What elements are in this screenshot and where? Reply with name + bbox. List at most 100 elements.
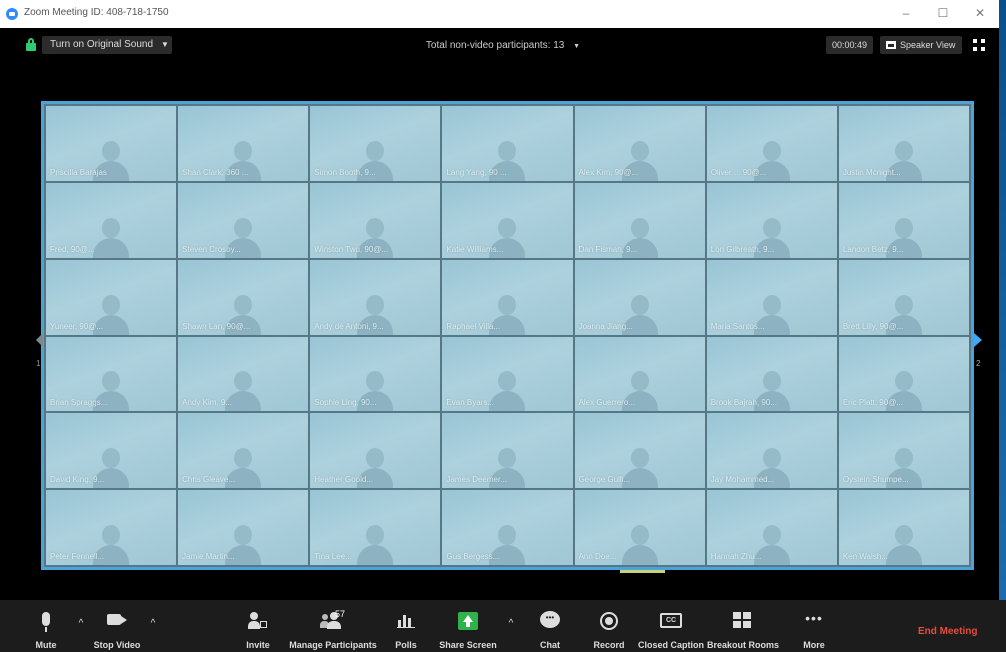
participant-video-tile[interactable]: Alex Kim, 90@...	[574, 106, 705, 181]
participant-video-tile[interactable]: Gus Bergess...	[442, 490, 573, 565]
participant-name: Steven Crosby...	[182, 244, 241, 254]
participant-video-tile[interactable]: Oliver ... 90@...	[706, 106, 837, 181]
participant-name: Maria Santos...	[710, 321, 765, 331]
video-options-caret[interactable]: ^	[147, 618, 159, 630]
participant-video-tile[interactable]: Lon Gilbreath, 9...	[706, 182, 837, 258]
stop-video-button[interactable]: Stop Video	[92, 600, 142, 652]
participant-video-tile[interactable]: Chris Gleave...	[178, 413, 309, 489]
participant-video-tile[interactable]: Brett Lilly, 90@...	[838, 259, 969, 335]
participant-video-tile[interactable]: Peter Fennell...	[46, 490, 177, 565]
participant-video-tile[interactable]: Raphael Villa...	[442, 259, 573, 335]
participant-video-tile[interactable]: George Gulli...	[574, 413, 705, 489]
share-screen-button[interactable]: Share Screen	[438, 600, 498, 652]
participant-video-tile[interactable]: Tina Lee...	[310, 490, 441, 565]
participant-video-tile[interactable]: Fred, 90@...	[46, 182, 177, 258]
participant-video-tile[interactable]: Jay Mohammed...	[706, 413, 837, 489]
participant-name: Ken Walsh...	[842, 552, 888, 561]
participant-video-tile[interactable]: Justin Mcnight...	[838, 106, 969, 181]
participant-video-tile[interactable]: David King, 9...	[46, 413, 177, 489]
invite-button[interactable]: Invite	[240, 600, 276, 652]
participant-video-tile[interactable]: Lang Yang, 90 ...	[442, 106, 573, 181]
participant-name: Gus Bergess...	[446, 552, 500, 561]
share-options-caret[interactable]: ^	[505, 618, 517, 630]
previous-page-arrow[interactable]	[36, 333, 43, 347]
manage-participants-button[interactable]: 57 Manage Participants	[286, 600, 380, 652]
participant-video-tile[interactable]: Andy Kim, 9...	[178, 336, 309, 412]
participant-video-tile[interactable]: Brook Bajrah, 90...	[706, 336, 837, 412]
participant-video-tile[interactable]: Katie Williams...	[442, 182, 573, 258]
maximize-button[interactable]: ☐	[933, 3, 953, 23]
participant-name: Simon Booth, 9...	[314, 167, 376, 177]
participant-video-tile[interactable]: James Deemer...	[442, 413, 573, 489]
closed-caption-button[interactable]: CC Closed Caption	[636, 600, 706, 652]
stop-video-label: Stop Video	[93, 640, 141, 650]
speaker-view-button[interactable]: Speaker View	[880, 36, 963, 54]
next-page-arrow[interactable]	[974, 333, 982, 347]
breakout-rooms-button[interactable]: Breakout Rooms	[707, 600, 779, 652]
participant-video-tile[interactable]: Shan Clark, 360 ...	[178, 106, 309, 181]
participant-video-tile[interactable]: Dan Fisman, 9...	[574, 182, 705, 258]
participant-name: Katie Williams...	[446, 244, 504, 254]
participant-video-tile[interactable]: Brian Spraggs...	[46, 336, 177, 412]
participant-name: Priscilla Barajas	[50, 167, 107, 177]
manage-participants-label: Manage Participants	[289, 640, 377, 650]
record-button[interactable]: Record	[589, 600, 629, 652]
participant-name: Heather Goold...	[314, 475, 373, 485]
participant-name: George Gulli...	[578, 475, 631, 485]
participant-video-tile[interactable]: Alex Guerrero...	[574, 336, 705, 412]
participant-video-tile[interactable]: Winston Twu, 90@...	[310, 182, 441, 258]
page-number-right: 2	[976, 359, 981, 368]
polls-icon	[397, 614, 415, 628]
participant-name: Chris Gleave...	[182, 475, 236, 485]
participant-video-tile[interactable]: Joanna Jiang...	[574, 259, 705, 335]
mute-label: Mute	[35, 640, 57, 650]
participant-name: James Deemer...	[446, 475, 507, 485]
participant-video-tile[interactable]: Ann Doe...	[574, 490, 705, 565]
mute-button[interactable]: Mute	[22, 600, 70, 652]
participant-video-tile[interactable]: Sophie Ling, 90...	[310, 336, 441, 412]
close-button[interactable]: ✕	[970, 3, 990, 23]
share-screen-label: Share Screen	[439, 640, 497, 650]
participant-video-tile[interactable]: Hannah Zhu...	[706, 490, 837, 565]
participant-video-tile[interactable]: Jamie Martin...	[178, 490, 309, 565]
participant-name: Hannah Zhu...	[710, 552, 762, 561]
participant-video-tile[interactable]: Oystein Shumpe...	[838, 413, 969, 489]
end-meeting-button[interactable]: End Meeting	[918, 626, 977, 637]
participant-name: Alex Kim, 90@...	[578, 167, 639, 177]
participant-video-tile[interactable]: Shawn Lan, 90@...	[178, 259, 309, 335]
participant-video-tile[interactable]: Ken Walsh...	[838, 490, 969, 565]
participant-name: Brett Lilly, 90@...	[842, 321, 904, 331]
participant-video-tile[interactable]: Heather Goold...	[310, 413, 441, 489]
participant-video-tile[interactable]: Evan Byars...	[442, 336, 573, 412]
meeting-toolbar: Mute ^ Stop Video ^ Invite 57 Manage Par…	[0, 600, 1006, 652]
participant-video-tile[interactable]: Priscilla Barajas	[46, 106, 177, 181]
polls-button[interactable]: Polls	[390, 600, 422, 652]
participant-name: Jay Mohammed...	[710, 475, 775, 485]
microphone-icon	[42, 612, 50, 632]
participant-name: Shawn Lan, 90@...	[182, 321, 251, 331]
participant-name: Landon Betz, 9...	[842, 244, 904, 254]
chat-icon	[540, 611, 560, 628]
participant-video-tile[interactable]: Eric Platt, 90@...	[838, 336, 969, 412]
more-button[interactable]: ••• More	[796, 600, 832, 652]
participant-video-tile[interactable]: Maria Santos...	[706, 259, 837, 335]
participant-video-tile[interactable]: Yuneer, 90@...	[46, 259, 177, 335]
non-video-participants-label: Total non-video participants: 13	[425, 40, 565, 51]
participant-name: Lon Gilbreath, 9...	[710, 244, 775, 254]
gallery-view: Priscilla Barajas Shan Clark, 360 ... Simo…	[41, 101, 974, 570]
participant-name: Yuneer, 90@...	[50, 321, 104, 331]
chat-button[interactable]: Chat	[531, 600, 569, 652]
participant-name: Justin Mcnight...	[842, 167, 901, 177]
participant-video-tile[interactable]: Andy de Antoni, 9...	[310, 259, 441, 335]
participant-video-tile[interactable]: Steven Crosby...	[178, 182, 309, 258]
participant-name: Tina Lee...	[314, 552, 352, 561]
speaker-view-icon	[886, 41, 896, 49]
fullscreen-icon[interactable]	[973, 39, 985, 51]
participant-name: Shan Clark, 360 ...	[182, 167, 249, 177]
minimize-button[interactable]: –	[896, 3, 916, 23]
audio-options-caret[interactable]: ^	[75, 618, 87, 630]
participant-video-tile[interactable]: Landon Betz, 9...	[838, 182, 969, 258]
participant-name: Alex Guerrero...	[578, 398, 636, 408]
participant-video-tile[interactable]: Simon Booth, 9...	[310, 106, 441, 181]
participant-name: Eric Platt, 90@...	[842, 398, 903, 408]
